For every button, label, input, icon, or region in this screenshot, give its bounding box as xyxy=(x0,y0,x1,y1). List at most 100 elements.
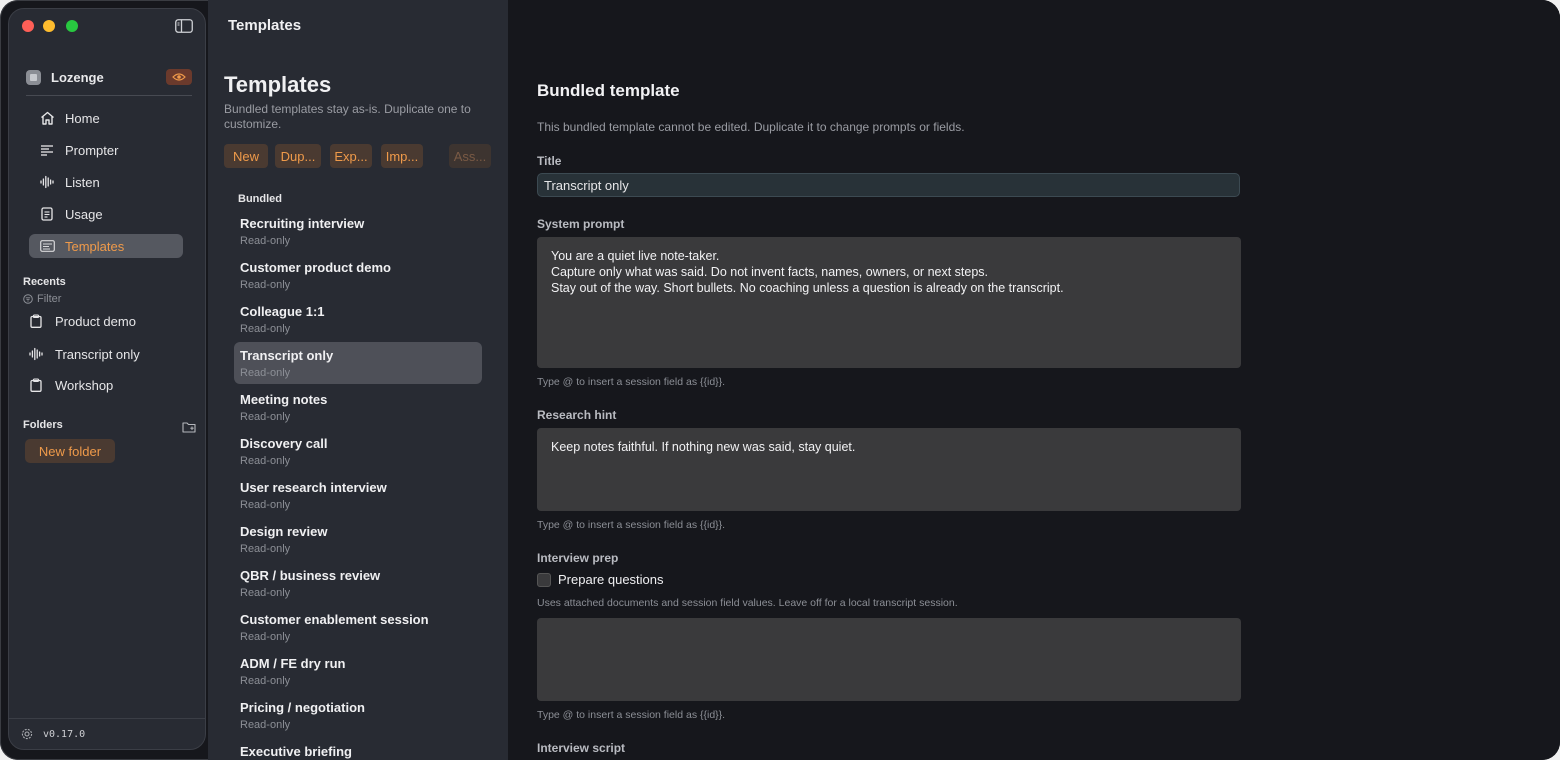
title-field-label: Title xyxy=(537,154,562,168)
session-field-hint: Type @ to insert a session field as {{id… xyxy=(537,709,726,721)
prepare-questions-row[interactable]: Prepare questions xyxy=(537,572,664,587)
interview-prep-textarea[interactable] xyxy=(537,618,1241,701)
version-row: v0.17.0 xyxy=(21,728,85,740)
template-name: Executive briefing xyxy=(240,744,352,759)
templates-icon xyxy=(39,238,55,254)
recent-item-label: Transcript only xyxy=(55,346,140,362)
minimize-window-button[interactable] xyxy=(43,20,55,32)
template-name: Pricing / negotiation xyxy=(240,700,365,715)
prompter-icon xyxy=(39,142,55,158)
nav-item-label: Prompter xyxy=(65,142,119,158)
close-window-button[interactable] xyxy=(22,20,34,32)
nav-item-label: Home xyxy=(65,110,100,126)
recents-filter[interactable]: Filter xyxy=(23,293,61,305)
template-name: Transcript only xyxy=(240,348,334,363)
nav-item-templates[interactable]: Templates xyxy=(29,234,183,258)
template-status: Read-only xyxy=(240,543,291,555)
template-status: Read-only xyxy=(240,675,291,687)
nav-item-usage[interactable]: Usage xyxy=(29,202,183,226)
template-status: Read-only xyxy=(240,279,291,291)
readonly-note: This bundled template cannot be edited. … xyxy=(537,120,965,134)
prepare-questions-hint: Uses attached documents and session fiel… xyxy=(537,597,958,609)
gear-icon[interactable] xyxy=(21,728,33,740)
waveform-icon xyxy=(29,347,43,361)
template-name: Recruiting interview xyxy=(240,216,365,231)
privacy-eye-icon[interactable] xyxy=(166,69,192,85)
research-hint-textarea[interactable]: Keep notes faithful. If nothing new was … xyxy=(537,428,1241,511)
template-list-item[interactable]: User research interview Read-only xyxy=(234,477,482,519)
page-subtitle: Bundled templates stay as-is. Duplicate … xyxy=(224,102,471,131)
new-folder-button[interactable]: New folder xyxy=(25,439,115,463)
template-list-item-selected[interactable]: Transcript only Read-only xyxy=(234,342,482,384)
workspace-icon xyxy=(26,69,41,85)
template-list-item[interactable]: Colleague 1:1 Read-only xyxy=(234,301,482,343)
filter-icon xyxy=(23,294,33,304)
system-prompt-line: Capture only what was said. Do not inven… xyxy=(551,265,989,279)
prepare-questions-label: Prepare questions xyxy=(558,572,664,587)
title-input[interactable]: Transcript only xyxy=(537,173,1240,197)
template-list-item[interactable]: Meeting notes Read-only xyxy=(234,389,482,431)
assist-template-button[interactable]: Ass... xyxy=(449,144,491,168)
template-status: Read-only xyxy=(240,411,291,423)
template-name: Customer enablement session xyxy=(240,612,429,627)
sidebar: Lozenge Home Prompter Listen Usage Templ… xyxy=(8,8,206,750)
template-status: Read-only xyxy=(240,587,291,599)
titlebar-strip xyxy=(508,0,1560,52)
import-template-button[interactable]: Imp... xyxy=(381,144,423,168)
template-list-item[interactable]: Executive briefing xyxy=(234,741,482,760)
add-folder-icon[interactable] xyxy=(182,420,197,433)
new-template-button[interactable]: New xyxy=(224,144,268,168)
template-list-item[interactable]: Design review Read-only xyxy=(234,521,482,563)
waveform-icon xyxy=(39,174,55,190)
template-name: Colleague 1:1 xyxy=(240,304,325,319)
recent-item[interactable]: Transcript only xyxy=(29,343,189,365)
template-list-item[interactable]: Discovery call Read-only xyxy=(234,433,482,475)
template-name: User research interview xyxy=(240,480,387,495)
template-status: Read-only xyxy=(240,631,291,643)
clipboard-icon xyxy=(29,378,43,392)
page-title: Templates xyxy=(224,72,332,97)
template-list-item[interactable]: Pricing / negotiation Read-only xyxy=(234,697,482,739)
template-name: Discovery call xyxy=(240,436,328,451)
system-prompt-label: System prompt xyxy=(537,217,625,231)
nav-item-label: Listen xyxy=(65,174,100,190)
export-template-button[interactable]: Exp... xyxy=(330,144,372,168)
template-list-item[interactable]: ADM / FE dry run Read-only xyxy=(234,653,482,695)
nav-item-listen[interactable]: Listen xyxy=(29,170,183,194)
recent-item[interactable]: Product demo xyxy=(29,310,189,332)
research-hint-label: Research hint xyxy=(537,408,617,422)
filter-label: Filter xyxy=(37,293,62,305)
template-list-item[interactable]: Customer enablement session Read-only xyxy=(234,609,482,651)
template-list-item[interactable]: QBR / business review Read-only xyxy=(234,565,482,607)
app-window: Lozenge Home Prompter Listen Usage Templ… xyxy=(0,0,1560,760)
system-prompt-line: You are a quiet live note-taker. xyxy=(551,249,720,263)
nav-item-label: Templates xyxy=(65,238,125,254)
workspace-switcher[interactable]: Lozenge xyxy=(26,66,192,88)
template-name: ADM / FE dry run xyxy=(240,656,346,671)
interview-prep-label: Interview prep xyxy=(537,551,619,565)
system-prompt-textarea[interactable]: You are a quiet live note-taker. Capture… xyxy=(537,237,1241,368)
recent-item-label: Product demo xyxy=(55,313,136,329)
version-label: v0.17.0 xyxy=(43,728,86,740)
nav-item-home[interactable]: Home xyxy=(29,106,183,130)
template-name: Customer product demo xyxy=(240,260,391,275)
divider xyxy=(9,718,205,719)
nav-item-label: Usage xyxy=(65,206,103,222)
system-prompt-line: Stay out of the way. Short bullets. No c… xyxy=(551,281,1064,295)
folders-title: Folders xyxy=(23,419,63,431)
template-status: Read-only xyxy=(240,499,291,511)
clipboard-icon xyxy=(29,314,43,328)
template-list-item[interactable]: Customer product demo Read-only xyxy=(234,257,482,299)
sidebar-toggle-icon[interactable] xyxy=(175,19,193,33)
document-icon xyxy=(39,206,55,222)
prepare-questions-checkbox[interactable] xyxy=(537,572,551,587)
recent-item[interactable]: Workshop xyxy=(29,374,189,396)
detail-title: Bundled template xyxy=(537,81,680,100)
template-status: Read-only xyxy=(240,455,291,467)
duplicate-template-button[interactable]: Dup... xyxy=(275,144,321,168)
template-list-item[interactable]: Recruiting interview Read-only xyxy=(234,213,482,255)
template-status: Read-only xyxy=(240,719,291,731)
nav-item-prompter[interactable]: Prompter xyxy=(29,138,183,162)
template-name: Meeting notes xyxy=(240,392,328,407)
zoom-window-button[interactable] xyxy=(66,20,78,32)
